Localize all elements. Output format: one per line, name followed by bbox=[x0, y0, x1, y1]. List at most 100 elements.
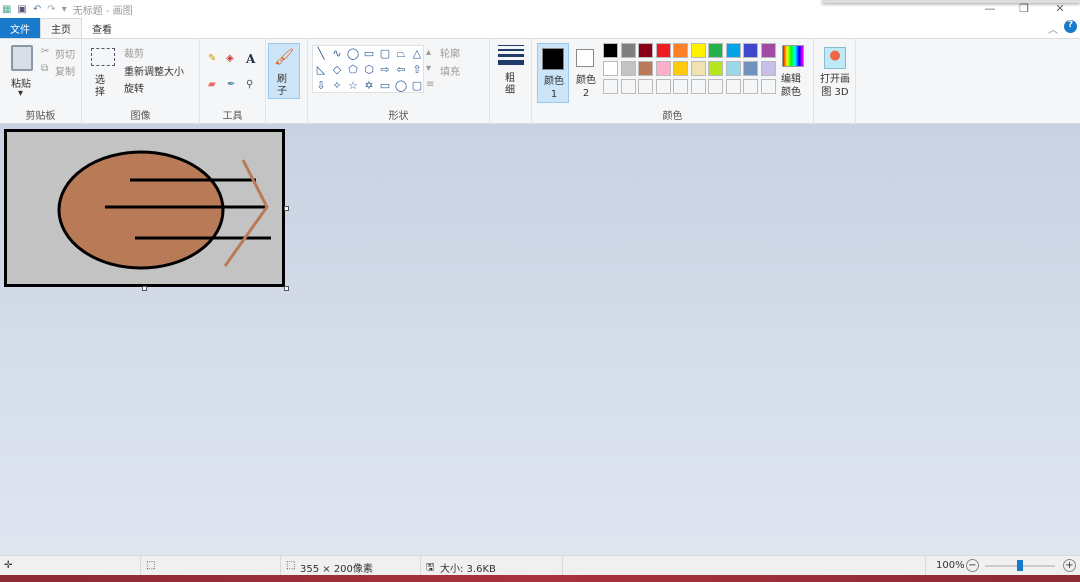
eraser-icon[interactable]: ▰ bbox=[208, 79, 216, 90]
palette-swatch[interactable] bbox=[690, 61, 706, 76]
palette-swatch[interactable] bbox=[743, 61, 758, 76]
undo-icon[interactable]: ↶ bbox=[33, 4, 41, 15]
palette-swatch[interactable] bbox=[603, 79, 618, 94]
palette-swatch[interactable] bbox=[708, 79, 723, 94]
canvas-size-icon: ⬚ bbox=[286, 560, 296, 571]
shape-tool[interactable]: ◯ bbox=[345, 46, 361, 62]
resize-handle-right[interactable] bbox=[284, 206, 289, 211]
shape-tool[interactable]: ▢ bbox=[409, 78, 425, 94]
size-group: 粗细 bbox=[490, 39, 532, 125]
shape-tool[interactable]: ▢ bbox=[377, 46, 393, 62]
shape-tool[interactable]: ◯ bbox=[393, 78, 409, 94]
tab-file[interactable]: 文件 bbox=[0, 18, 40, 38]
crop-button[interactable]: 裁剪 bbox=[124, 45, 144, 60]
fill-button[interactable]: 填充 bbox=[440, 63, 460, 78]
edit-colors-button[interactable]: 编辑颜色 bbox=[781, 73, 805, 99]
palette-swatch[interactable] bbox=[743, 43, 758, 58]
shape-tool[interactable]: ◺ bbox=[313, 62, 329, 78]
shape-tool[interactable]: ⏢ bbox=[393, 46, 409, 62]
zoom-out-button[interactable]: − bbox=[966, 559, 979, 572]
shape-tool[interactable]: ▭ bbox=[361, 46, 377, 62]
outline-button[interactable]: 轮廓 bbox=[440, 45, 460, 60]
shape-tool[interactable]: ☆ bbox=[345, 78, 361, 94]
palette-swatch[interactable] bbox=[760, 43, 776, 58]
restore-button[interactable]: ❐ bbox=[1009, 2, 1039, 15]
size-icon[interactable] bbox=[498, 45, 524, 65]
palette-swatch[interactable] bbox=[725, 43, 741, 58]
color1-button[interactable]: 颜色 1 bbox=[537, 43, 569, 103]
palette-swatch[interactable] bbox=[655, 61, 671, 76]
color-picker-icon[interactable]: ✒ bbox=[227, 79, 235, 90]
shape-tool[interactable]: ✧ bbox=[329, 78, 345, 94]
shape-tool[interactable]: ⇧ bbox=[409, 62, 425, 78]
shapes-gallery[interactable]: ╲ ∿ ◯ ▭ ▢ ⏢ △ ◺ ◇ ⬠ ⬡ ⇨ ⇦ ⇧ ⇩ ✧ ☆ ✡ ▭ ◯ ▢ bbox=[312, 45, 424, 93]
palette-swatch[interactable] bbox=[673, 61, 688, 76]
palette-swatch[interactable] bbox=[655, 79, 671, 94]
palette-swatch[interactable] bbox=[603, 43, 618, 58]
tab-home[interactable]: 主页 bbox=[40, 18, 82, 38]
shape-tool[interactable]: ⬠ bbox=[345, 62, 361, 78]
text-icon[interactable]: A bbox=[246, 52, 255, 66]
magnifier-icon[interactable]: ⚲ bbox=[246, 79, 253, 90]
edit-colors-icon bbox=[782, 45, 804, 67]
taskbar bbox=[0, 575, 1080, 582]
palette-swatch[interactable] bbox=[725, 79, 741, 94]
select-button[interactable]: 选择 bbox=[95, 75, 107, 99]
palette-swatch[interactable] bbox=[725, 61, 741, 76]
zoom-in-button[interactable]: + bbox=[1063, 559, 1076, 572]
minimize-button[interactable]: — bbox=[975, 2, 1005, 15]
shape-tool[interactable]: ⇨ bbox=[377, 62, 393, 78]
help-icon[interactable]: ? bbox=[1064, 20, 1077, 33]
shape-tool[interactable]: ✡ bbox=[361, 78, 377, 94]
resize-handle-bottom[interactable] bbox=[142, 286, 147, 291]
shape-tool[interactable]: △ bbox=[409, 46, 425, 62]
customize-dropdown-icon[interactable]: ▾ bbox=[62, 4, 67, 15]
brush-button[interactable]: 🖌 刷子 bbox=[268, 43, 300, 99]
resize-button[interactable]: 重新调整大小 bbox=[124, 63, 184, 78]
palette-swatch[interactable] bbox=[760, 61, 776, 76]
palette-swatch[interactable] bbox=[690, 43, 706, 58]
palette-swatch[interactable] bbox=[708, 43, 723, 58]
zoom-slider-thumb[interactable] bbox=[1017, 560, 1023, 571]
palette-swatch[interactable] bbox=[620, 79, 636, 94]
size-button[interactable]: 粗细 bbox=[505, 73, 517, 97]
colors-label: 颜色 bbox=[662, 111, 683, 122]
shape-tool[interactable]: ⇦ bbox=[393, 62, 409, 78]
palette-swatch[interactable] bbox=[638, 43, 653, 58]
palette-swatch[interactable] bbox=[638, 79, 653, 94]
zoom-level: 100% bbox=[936, 560, 965, 571]
palette-swatch[interactable] bbox=[690, 79, 706, 94]
pencil-icon[interactable]: ✎ bbox=[208, 53, 216, 64]
palette-swatch[interactable] bbox=[655, 43, 671, 58]
rotate-button[interactable]: 旋转 bbox=[124, 80, 144, 95]
shape-tool[interactable]: ╲ bbox=[313, 46, 329, 62]
palette-swatch[interactable] bbox=[603, 61, 618, 76]
paint3d-icon: ● bbox=[824, 47, 846, 69]
drawing-canvas[interactable] bbox=[0, 124, 300, 294]
shape-tool[interactable]: ⬡ bbox=[361, 62, 377, 78]
close-button[interactable]: ✕ bbox=[1045, 2, 1075, 15]
palette-swatch[interactable] bbox=[760, 79, 776, 94]
shape-tool[interactable]: ⇩ bbox=[313, 78, 329, 94]
palette-swatch[interactable] bbox=[673, 79, 688, 94]
tab-view[interactable]: 查看 bbox=[82, 18, 122, 38]
copy-button[interactable]: 复制 bbox=[55, 63, 75, 78]
palette-swatch[interactable] bbox=[638, 61, 653, 76]
paint3d-button[interactable]: 打开画图 3D bbox=[819, 73, 851, 99]
fill-bucket-icon[interactable]: ◈ bbox=[226, 53, 234, 64]
collapse-ribbon-icon[interactable]: ︿ bbox=[1048, 21, 1058, 36]
shape-tool[interactable]: ◇ bbox=[329, 62, 345, 78]
cut-button[interactable]: 剪切 bbox=[55, 46, 75, 61]
resize-handle-corner[interactable] bbox=[284, 286, 289, 291]
color2-button[interactable]: 颜色 2 bbox=[572, 43, 602, 103]
palette-swatch[interactable] bbox=[673, 43, 688, 58]
shape-tool[interactable]: ∿ bbox=[329, 46, 345, 62]
palette-swatch[interactable] bbox=[620, 61, 636, 76]
palette-swatch[interactable] bbox=[708, 61, 723, 76]
shapes-group: ╲ ∿ ◯ ▭ ▢ ⏢ △ ◺ ◇ ⬠ ⬡ ⇨ ⇦ ⇧ ⇩ ✧ ☆ ✡ ▭ ◯ ▢ ▴ ▾ ≡ 轮廓 填充 形状 bbox=[308, 39, 490, 125]
palette-swatch[interactable] bbox=[620, 43, 636, 58]
shape-tool[interactable]: ▭ bbox=[377, 78, 393, 94]
redo-icon[interactable]: ↷ bbox=[47, 4, 55, 15]
palette-swatch[interactable] bbox=[743, 79, 758, 94]
save-icon[interactable]: ▣ bbox=[17, 4, 26, 15]
